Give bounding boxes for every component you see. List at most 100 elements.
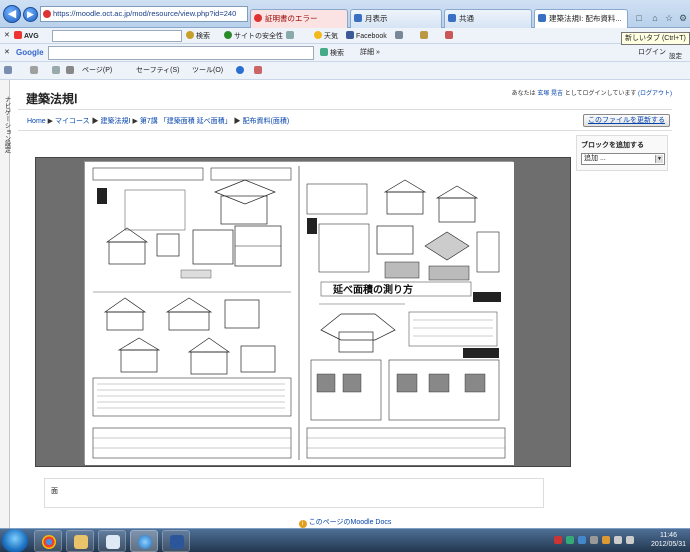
tab-label: 共通: [459, 14, 474, 23]
google-search-button[interactable]: 検索: [320, 48, 344, 59]
dock-navigation-tab[interactable]: ナビゲーション: [1, 96, 11, 142]
page-footer: i このページのMoodle Docs: [0, 517, 690, 528]
volume-icon[interactable]: [614, 536, 622, 544]
tab-active[interactable]: 建築法規Ⅰ: 配布資料...: [534, 9, 628, 28]
tray-icon[interactable]: [590, 536, 598, 544]
weather-button[interactable]: 天気: [314, 31, 338, 42]
moodle-page: ナビゲーション 設定 建築法規Ⅰ あなたは 玄塚 晃吉 としてログインしています…: [0, 80, 690, 528]
new-tab-tooltip: 新しいタブ (Ctrl+T): [621, 32, 690, 45]
details-button[interactable]: 詳細 »: [360, 48, 380, 58]
browser-titlebar: ◀ ▶ https://moodle.oct.ac.jp/mod/resourc…: [0, 0, 690, 28]
feeds-icon[interactable]: [30, 66, 40, 77]
mail-icon[interactable]: [52, 66, 62, 77]
taskbar-app-icon[interactable]: [98, 530, 126, 552]
favorites-star-icon[interactable]: ☆: [662, 12, 676, 24]
taskbar: 11:46 2012/05/31: [0, 528, 690, 552]
description-text: 面: [51, 488, 58, 495]
start-button[interactable]: [2, 529, 28, 552]
tray-icon[interactable]: [554, 536, 562, 544]
print-icon[interactable]: [66, 66, 76, 77]
user-link[interactable]: 玄塚 晃吉: [537, 91, 563, 97]
avg-search-input[interactable]: [52, 30, 182, 42]
command-bar: ページ(P) セーフティ(S) ツール(O): [0, 62, 690, 80]
update-file-button[interactable]: このファイルを更新する: [583, 114, 670, 127]
tray-icon[interactable]: [566, 536, 574, 544]
chevron-down-icon: ▼: [655, 155, 663, 163]
login-info: あなたは 玄塚 晃吉 としてログインしています (ログアウト): [511, 91, 672, 97]
home-icon[interactable]: [4, 66, 14, 77]
close-toolbar-icon[interactable]: ✕: [4, 48, 10, 58]
breadcrumb-home[interactable]: Home: [27, 118, 46, 125]
taskbar-explorer-icon[interactable]: [66, 530, 94, 552]
page-icon: [538, 14, 546, 22]
settings-button[interactable]: 設定: [669, 52, 682, 62]
avg-toolbar: ✕ AVG 検索 サイトの安全性 天気 Facebook: [0, 28, 690, 44]
tab-certificate-error[interactable]: 証明書のエラー: [250, 9, 348, 28]
google-login-button[interactable]: ログイン: [638, 48, 666, 58]
clock-time: 11:46: [659, 532, 677, 539]
site-safety-button[interactable]: サイトの安全性: [224, 31, 283, 42]
tray-icon[interactable]: [602, 536, 610, 544]
taskbar-chrome-icon[interactable]: [34, 530, 62, 552]
back-button[interactable]: ◀: [3, 5, 21, 23]
navbar: Home ▶ マイコース ▶ 建築法規Ⅰ ▶ 第7講 「建築面積 延べ面積」 ▶…: [18, 109, 672, 131]
address-url: https://moodle.oct.ac.jp/mod/resource/vi…: [53, 9, 237, 18]
toolbar-doc-icon[interactable]: [286, 31, 296, 42]
block-dock: ナビゲーション 設定: [0, 80, 10, 528]
breadcrumb-course[interactable]: 建築法規Ⅰ: [101, 118, 131, 125]
dock-settings-tab[interactable]: 設定: [1, 140, 11, 153]
certificate-warning-icon: [43, 10, 51, 18]
error-shield-icon: [254, 14, 262, 22]
tab-month-view[interactable]: 月表示: [350, 9, 442, 28]
research-icon[interactable]: [254, 66, 264, 77]
clock[interactable]: 11:46 2012/05/31: [651, 531, 686, 549]
breadcrumb-section[interactable]: 第7講 「建築面積 延べ面積」: [140, 118, 232, 125]
taskbar-word-icon[interactable]: [162, 530, 190, 552]
google-logo: Google: [16, 48, 44, 57]
safety-menu[interactable]: セーフティ(S): [136, 66, 180, 76]
breadcrumb: Home ▶ マイコース ▶ 建築法規Ⅰ ▶ 第7講 「建築面積 延べ面積」 ▶…: [27, 118, 290, 125]
tab-label: 証明書のエラー: [265, 14, 318, 23]
page-menu[interactable]: ページ(P): [82, 66, 112, 76]
info-icon: i: [298, 520, 307, 528]
taskbar-ie-icon[interactable]: [130, 530, 158, 552]
handout-drawing: 延べ面積の測り方: [85, 162, 514, 465]
document-viewer[interactable]: 延べ面積の測り方: [35, 157, 571, 467]
toolbar-extra-icon-1[interactable]: [395, 31, 405, 42]
tray-icon[interactable]: [578, 536, 586, 544]
clock-date: 2012/05/31: [650, 541, 686, 548]
toolbar-extra-icon-2[interactable]: [420, 31, 430, 42]
tab-label: 建築法規Ⅰ: 配布資料...: [549, 14, 622, 23]
scanned-handout-image: 延べ面積の測り方: [84, 161, 514, 465]
close-toolbar-icon[interactable]: ✕: [4, 31, 10, 41]
google-toolbar: ✕ Google 検索 詳細 » ログイン 設定: [0, 44, 690, 62]
logout-link[interactable]: (ログアウト): [638, 91, 672, 97]
breadcrumb-resource[interactable]: 配布資料(面積): [243, 118, 290, 125]
tools-menu[interactable]: ツール(O): [192, 66, 223, 76]
svg-text:延べ面積の測り方: 延べ面積の測り方: [332, 283, 413, 296]
system-tray: 11:46 2012/05/31: [550, 529, 690, 552]
tools-gear-icon[interactable]: ⚙: [676, 12, 690, 24]
tab-label: 月表示: [365, 14, 388, 23]
page-icon: [448, 14, 456, 22]
add-block-select[interactable]: 追加 ... ▼: [581, 153, 665, 165]
home-icon[interactable]: ⌂: [648, 12, 662, 24]
new-tab-button[interactable]: □: [632, 12, 646, 24]
add-block-header: ブロックを追加する: [581, 142, 644, 149]
page-title: 建築法規Ⅰ: [26, 92, 78, 106]
moodle-docs-link[interactable]: このページのMoodle Docs: [309, 519, 392, 526]
facebook-button[interactable]: Facebook: [346, 31, 387, 42]
network-icon[interactable]: [626, 536, 634, 544]
google-search-input[interactable]: [48, 46, 314, 60]
breadcrumb-my-courses[interactable]: マイコース: [55, 118, 90, 125]
page-icon: [354, 14, 362, 22]
toolbar-extra-icon-3[interactable]: [445, 31, 455, 42]
address-bar[interactable]: https://moodle.oct.ac.jp/mod/resource/vi…: [40, 6, 248, 22]
avg-logo[interactable]: AVG: [14, 31, 39, 42]
tab-common[interactable]: 共通: [444, 9, 532, 28]
add-block: ブロックを追加する 追加 ... ▼: [576, 135, 668, 171]
avg-search-button[interactable]: 検索: [186, 31, 210, 42]
forward-button[interactable]: ▶: [23, 7, 38, 22]
help-icon[interactable]: [236, 66, 246, 77]
resource-description: 面: [44, 478, 544, 508]
